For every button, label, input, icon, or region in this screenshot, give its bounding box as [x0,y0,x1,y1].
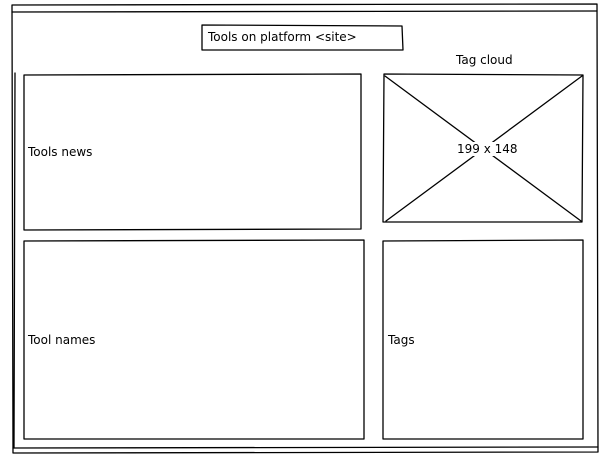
image-placeholder-size: 199 x 148 [456,142,519,156]
tool-names-panel[interactable]: Tool names [24,240,364,439]
tag-cloud-image-placeholder: 199 x 148 [383,74,583,222]
tags-panel[interactable]: Tags [383,240,583,439]
tag-cloud-caption: Tag cloud [456,53,513,67]
tool-names-label: Tool names [28,333,96,347]
tools-news-label: Tools news [28,145,93,159]
tags-label: Tags [388,333,415,347]
title-box: Tools on platform <site> [202,25,403,50]
frame-left-inner [13,72,16,449]
page-title: Tools on platform <site> [208,30,357,44]
header-divider [11,10,598,13]
frame-bottom-inner [12,446,599,449]
tools-news-panel[interactable]: Tools news [24,74,361,230]
